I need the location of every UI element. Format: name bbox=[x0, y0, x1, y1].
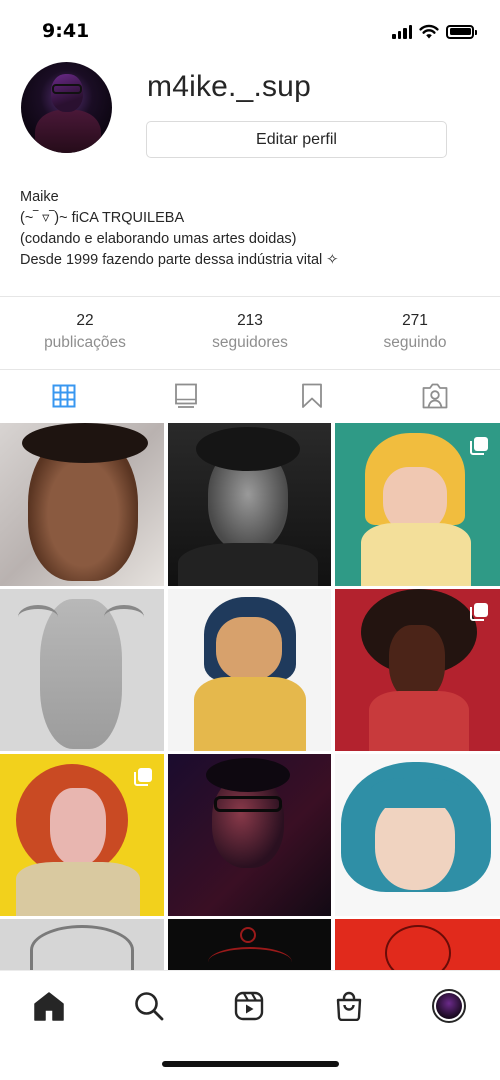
tab-saved[interactable] bbox=[297, 381, 327, 411]
stat-label: publicações bbox=[44, 334, 126, 351]
bio-name: Maike bbox=[20, 189, 59, 205]
divider bbox=[0, 296, 500, 297]
profile-username: m4ike._.sup bbox=[147, 70, 311, 103]
battery-icon bbox=[446, 24, 477, 39]
stat-count: 22 bbox=[76, 312, 94, 329]
multiple-posts-icon bbox=[134, 768, 152, 786]
tagged-person-icon bbox=[422, 383, 448, 409]
post-thumbnail[interactable] bbox=[0, 423, 164, 586]
bookmark-icon bbox=[302, 383, 322, 408]
nav-shop[interactable] bbox=[332, 989, 366, 1023]
stat-followers[interactable]: 213 seguidores bbox=[165, 310, 335, 354]
profile-avatar[interactable] bbox=[21, 62, 112, 153]
post-thumbnail[interactable] bbox=[168, 754, 331, 916]
post-thumbnail[interactable] bbox=[168, 589, 331, 751]
edit-profile-button[interactable]: Editar perfil bbox=[146, 121, 447, 158]
nav-reels[interactable] bbox=[232, 989, 266, 1023]
stat-label: seguidores bbox=[212, 334, 288, 351]
post-thumbnail[interactable] bbox=[0, 754, 164, 916]
post-grid bbox=[0, 421, 500, 970]
post-thumbnail[interactable] bbox=[168, 423, 331, 586]
tab-tagged[interactable] bbox=[420, 381, 450, 411]
status-icons bbox=[392, 24, 477, 39]
wifi-icon bbox=[419, 24, 439, 39]
profile-bio: Maike (~‾ ▿‾)~ fiCA TRQUILEBA (codando e… bbox=[20, 187, 338, 271]
bio-line: Desde 1999 fazendo parte dessa indústria… bbox=[20, 252, 339, 268]
nav-search[interactable] bbox=[132, 989, 166, 1023]
post-thumbnail[interactable] bbox=[168, 919, 331, 970]
bottom-navigation bbox=[0, 970, 500, 1050]
nav-home[interactable] bbox=[32, 989, 66, 1023]
tab-grid[interactable] bbox=[49, 381, 79, 411]
home-indicator bbox=[162, 1061, 339, 1067]
tv-icon bbox=[175, 383, 197, 408]
multiple-posts-icon bbox=[470, 603, 488, 621]
profile-avatar-icon bbox=[432, 989, 466, 1023]
stat-following[interactable]: 271 seguindo bbox=[330, 310, 500, 354]
bio-line: (~‾ ▿‾)~ fiCA TRQUILEBA bbox=[20, 210, 185, 226]
stat-count: 213 bbox=[237, 312, 263, 329]
status-time: 9:41 bbox=[42, 20, 90, 42]
post-thumbnail[interactable] bbox=[0, 919, 164, 970]
post-thumbnail[interactable] bbox=[335, 423, 500, 586]
post-thumbnail[interactable] bbox=[335, 589, 500, 751]
grid-icon bbox=[52, 384, 76, 408]
stat-posts[interactable]: 22 publicações bbox=[0, 310, 170, 354]
nav-profile[interactable] bbox=[432, 989, 466, 1023]
multiple-posts-icon bbox=[470, 437, 488, 455]
stat-label: seguindo bbox=[383, 334, 447, 351]
tab-igtv[interactable] bbox=[171, 381, 201, 411]
bio-line: (codando e elaborando umas artes doidas) bbox=[20, 231, 297, 247]
post-thumbnail[interactable] bbox=[335, 754, 500, 916]
cellular-signal-icon bbox=[392, 24, 412, 39]
search-icon bbox=[135, 992, 164, 1021]
stat-count: 271 bbox=[402, 312, 428, 329]
shop-icon bbox=[336, 991, 362, 1021]
post-thumbnail[interactable] bbox=[335, 919, 500, 970]
reels-icon bbox=[234, 991, 264, 1021]
home-icon bbox=[34, 992, 64, 1021]
post-thumbnail[interactable] bbox=[0, 589, 164, 751]
divider bbox=[0, 369, 500, 370]
status-bar: 9:41 bbox=[0, 0, 500, 62]
profile-tabs bbox=[0, 371, 500, 421]
